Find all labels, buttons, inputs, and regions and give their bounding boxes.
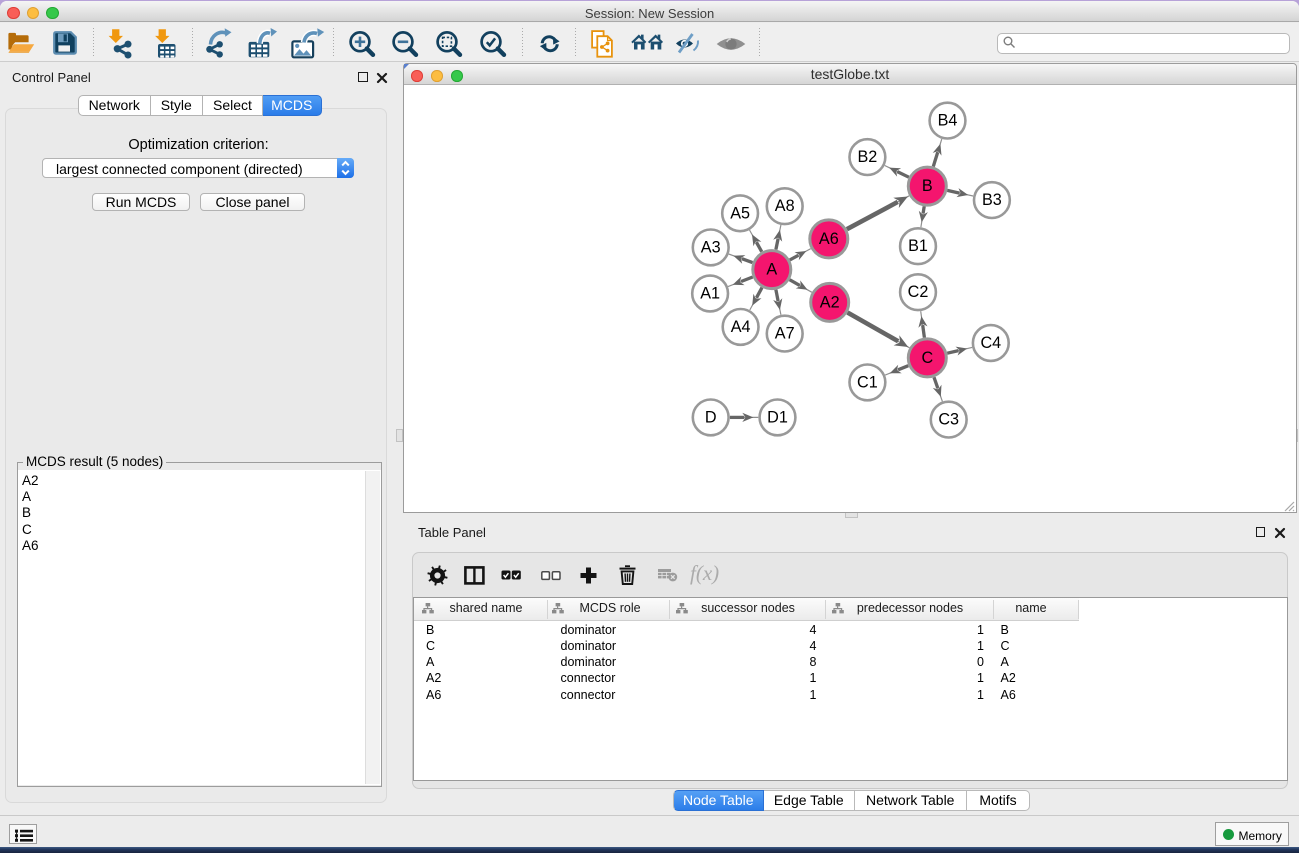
svg-text:B4: B4	[938, 112, 958, 130]
svg-text:C4: C4	[980, 334, 1001, 352]
svg-text:D1: D1	[767, 408, 788, 426]
svg-text:C3: C3	[938, 411, 959, 429]
svg-text:C1: C1	[857, 373, 878, 391]
svg-text:A7: A7	[775, 325, 795, 343]
svg-text:A6: A6	[819, 230, 839, 248]
svg-text:B: B	[922, 177, 933, 195]
svg-text:D: D	[705, 408, 717, 426]
svg-text:B3: B3	[982, 191, 1002, 209]
svg-text:A3: A3	[701, 238, 721, 256]
svg-text:B1: B1	[908, 237, 928, 255]
svg-text:C: C	[921, 349, 933, 367]
svg-text:A5: A5	[730, 204, 750, 222]
svg-text:A8: A8	[775, 197, 795, 215]
svg-text:B2: B2	[857, 148, 877, 166]
svg-text:C2: C2	[908, 283, 929, 301]
svg-text:A2: A2	[820, 293, 840, 311]
svg-text:A4: A4	[731, 318, 751, 336]
svg-text:A: A	[766, 261, 777, 279]
svg-text:A1: A1	[700, 285, 720, 303]
